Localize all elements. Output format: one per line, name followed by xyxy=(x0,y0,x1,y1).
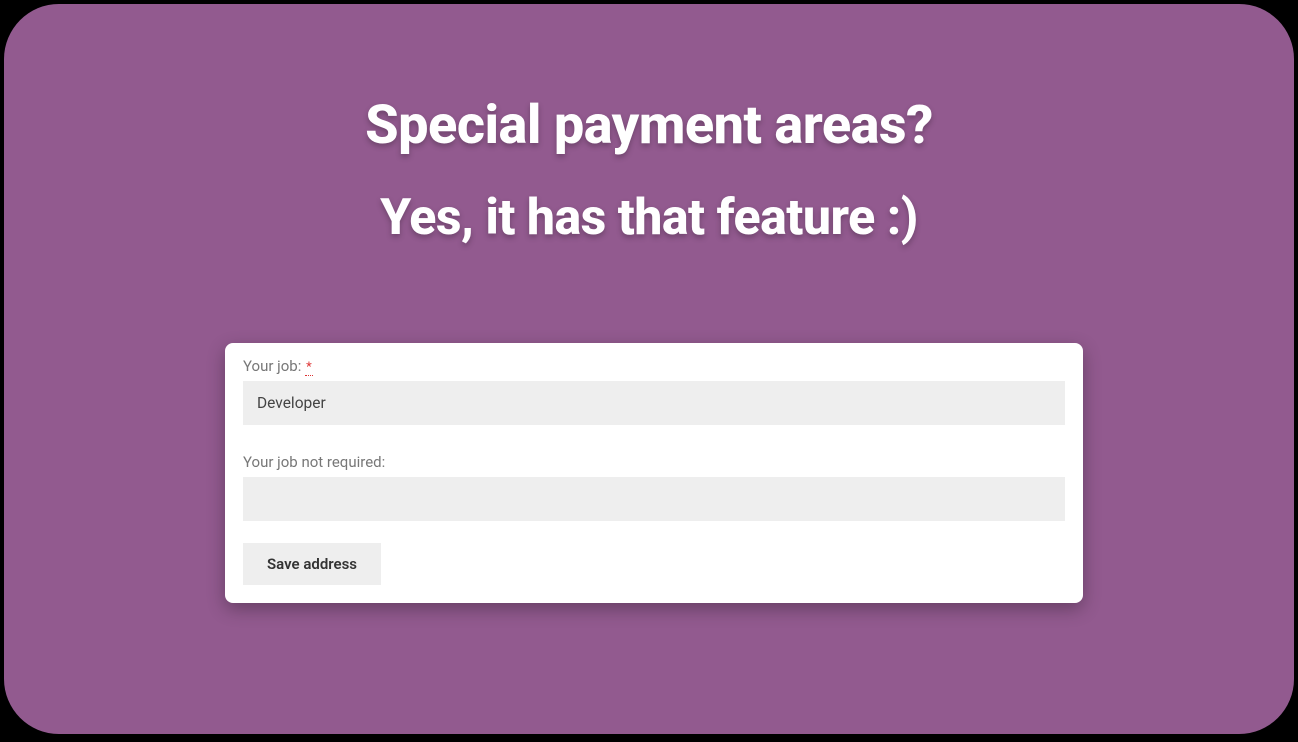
job-label-text: Your job: xyxy=(243,357,305,375)
heading-block: Special payment areas? Yes, it has that … xyxy=(4,4,1294,246)
job-not-required-input[interactable] xyxy=(243,477,1065,521)
job-label: Your job: * xyxy=(243,357,1065,375)
job-input[interactable] xyxy=(243,381,1065,425)
form-card: Your job: * Your job not required: Save … xyxy=(225,343,1083,603)
main-panel: Special payment areas? Yes, it has that … xyxy=(4,4,1294,734)
heading-line-2: Yes, it has that feature :) xyxy=(4,191,1294,246)
required-asterisk-icon: * xyxy=(305,360,313,376)
field-group-job-not-required: Your job not required: xyxy=(243,453,1065,521)
heading-line-1: Special payment areas? xyxy=(4,96,1294,155)
save-address-button[interactable]: Save address xyxy=(243,543,381,585)
job-not-required-label: Your job not required: xyxy=(243,453,1065,471)
field-group-job: Your job: * xyxy=(243,357,1065,425)
